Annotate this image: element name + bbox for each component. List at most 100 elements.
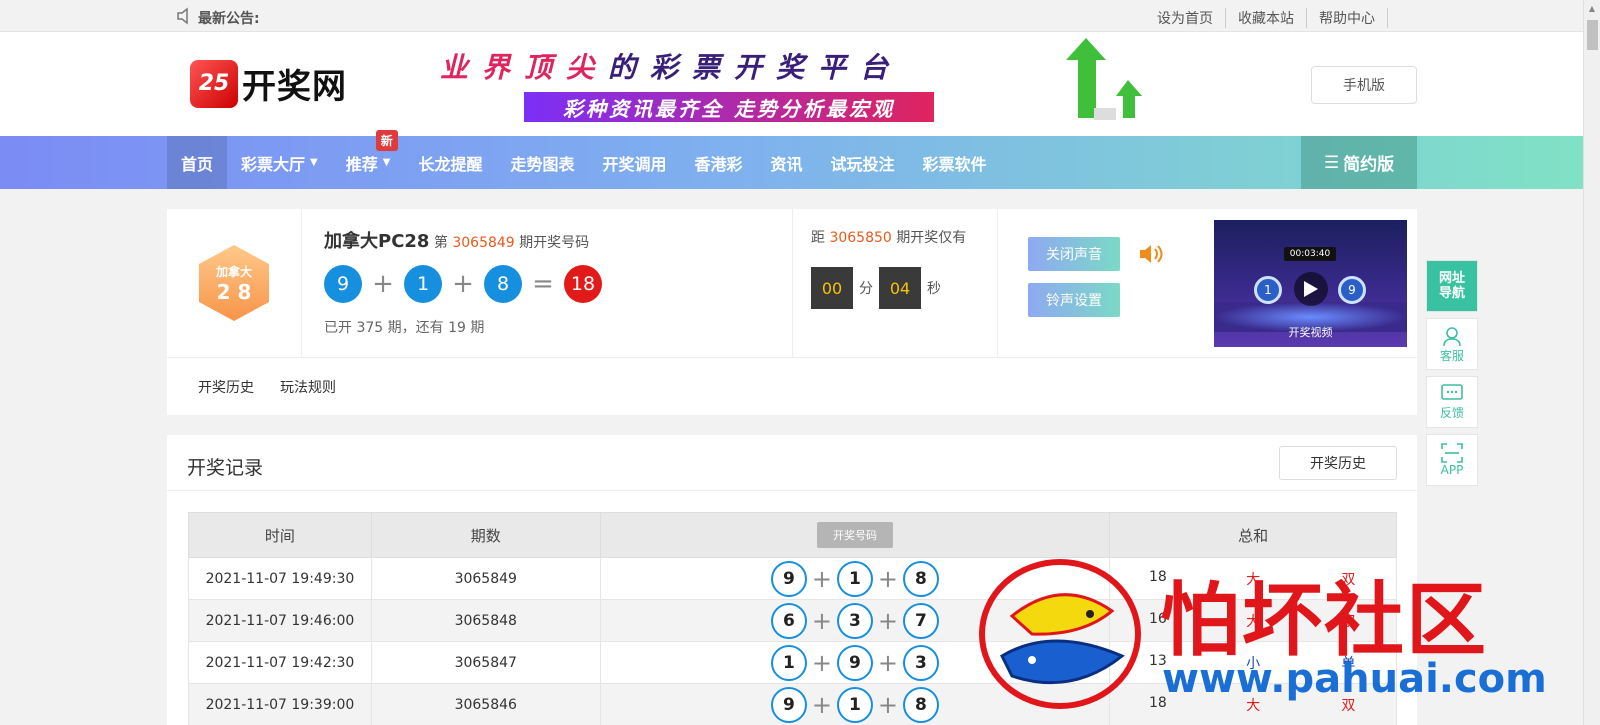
lottery-logo-top: 加拿大 bbox=[215, 264, 252, 279]
nav-streak-alert[interactable]: 长龙提醒 bbox=[404, 136, 496, 189]
row-issue: 3065847 bbox=[370, 641, 601, 684]
current-draw: 加拿大PC28 第 3065849 期开奖号码 9 + 1 + 8 = 18 已… bbox=[324, 227, 602, 337]
tab-rules[interactable]: 玩法规则 bbox=[280, 377, 336, 397]
watermark: 怕坏社区 www.pahuai.com bbox=[972, 556, 1588, 721]
nav-lottery-hall[interactable]: 彩票大厅 ▼ bbox=[227, 136, 332, 189]
number-ball: 8 bbox=[902, 560, 939, 597]
draw-panel: 加拿大 2 8 加拿大PC28 第 3065849 期开奖号码 9 + 1 + … bbox=[167, 209, 1417, 415]
countdown-minutes: 00 bbox=[811, 267, 853, 309]
scan-icon bbox=[1441, 443, 1463, 463]
draw-title: 加拿大PC28 第 3065849 期开奖号码 bbox=[324, 227, 602, 253]
site-nav-button[interactable]: 网址导航 bbox=[1426, 260, 1478, 312]
notice: 最新公告: bbox=[176, 7, 260, 29]
nav-trend-chart[interactable]: 走势图表 bbox=[496, 136, 588, 189]
row-time: 2021-11-07 19:46:00 bbox=[188, 599, 372, 642]
next-issue: 3065850 bbox=[829, 230, 892, 246]
draw-numbers: 9 + 1 + 8 = 18 bbox=[324, 265, 602, 303]
seconds-unit: 秒 bbox=[927, 281, 941, 297]
row-issue: 3065846 bbox=[370, 683, 601, 725]
scroll-up-icon[interactable]: ▲ bbox=[1584, 0, 1600, 17]
play-icon[interactable] bbox=[1294, 272, 1328, 306]
nav-lottery-hall-label: 彩票大厅 bbox=[241, 154, 306, 174]
banner-slogan: 业界顶尖的彩票开奖平台 bbox=[440, 46, 1010, 86]
video-caption: 开奖视频 bbox=[1288, 326, 1333, 339]
draw-tabs: 开奖历史 玩法规则 bbox=[167, 357, 1417, 415]
plus-sign: + bbox=[811, 690, 832, 719]
col-time: 时间 bbox=[188, 512, 372, 558]
plus-sign: + bbox=[877, 606, 898, 635]
nav-trial-bet[interactable]: 试玩投注 bbox=[817, 136, 909, 189]
plus-sign: + bbox=[877, 564, 898, 593]
nav-software[interactable]: 彩票软件 bbox=[909, 136, 1001, 189]
site-logo[interactable]: 25 开奖网 bbox=[190, 59, 347, 108]
simple-version-button[interactable]: ☰ 简约版 bbox=[1301, 136, 1417, 189]
countdown: 距 3065850 期开奖仅有 00 分 04 秒 bbox=[792, 209, 966, 357]
number-ball: 9 bbox=[770, 560, 807, 597]
number-ball: 1 bbox=[404, 265, 442, 303]
bookmark-link[interactable]: 收藏本站 bbox=[1226, 8, 1307, 28]
plus-sign: + bbox=[811, 564, 832, 593]
plus-sign: + bbox=[811, 648, 832, 677]
site-header: 25 开奖网 业界顶尖的彩票开奖平台 彩种资讯最齐全 走势分析最宏观 手机版 bbox=[0, 32, 1600, 136]
banner-subslogan: 彩种资讯最齐全 走势分析最宏观 bbox=[524, 92, 934, 122]
nav-news-label: 资讯 bbox=[770, 154, 803, 174]
nav-draw-api[interactable]: 开奖调用 bbox=[588, 136, 680, 189]
next-prefix: 距 bbox=[811, 230, 825, 246]
issue-suffix: 期开奖号码 bbox=[519, 235, 590, 251]
help-center-link[interactable]: 帮助中心 bbox=[1307, 8, 1388, 28]
banner-slogan-highlight: 业界顶尖 bbox=[440, 51, 609, 84]
plus-sign: + bbox=[811, 606, 832, 635]
ringtone-settings-button[interactable]: 铃声设置 bbox=[1028, 283, 1120, 317]
equals-sign: = bbox=[532, 269, 554, 299]
nav-hongkong-label: 香港彩 bbox=[694, 154, 743, 174]
history-button[interactable]: 开奖历史 bbox=[1279, 446, 1397, 480]
page-scrollbar[interactable]: ▲ bbox=[1583, 0, 1600, 725]
scroll-thumb[interactable] bbox=[1587, 20, 1598, 50]
lottery-hex-badge: 加拿大 2 8 bbox=[199, 245, 269, 321]
nav-news[interactable]: 资讯 bbox=[757, 136, 817, 189]
number-ball: 3 bbox=[902, 644, 939, 681]
nav-software-label: 彩票软件 bbox=[922, 154, 987, 174]
nav-home[interactable]: 首页 bbox=[167, 136, 228, 189]
nav-home-label: 首页 bbox=[181, 154, 214, 174]
number-ball: 6 bbox=[770, 602, 807, 639]
watermark-url: www.pahuai.com bbox=[1162, 656, 1547, 702]
top-notice-bar: 最新公告: 设为首页 收藏本站 帮助中心 bbox=[0, 0, 1600, 32]
feedback-button[interactable]: 反馈 bbox=[1426, 376, 1478, 428]
number-ball: 9 bbox=[770, 686, 807, 723]
current-issue: 3065849 bbox=[452, 235, 515, 251]
side-float-bar: 网址导航 客服 反馈 APP bbox=[1426, 260, 1478, 492]
row-issue: 3065848 bbox=[370, 599, 601, 642]
next-draw-label: 距 3065850 期开奖仅有 bbox=[811, 227, 966, 247]
volume-icon[interactable] bbox=[1138, 243, 1164, 265]
number-ball: 7 bbox=[902, 602, 939, 639]
number-ball: 9 bbox=[836, 644, 873, 681]
numbers-pill: 开奖号码 bbox=[816, 522, 893, 548]
headset-icon bbox=[1443, 326, 1461, 346]
mute-sound-button[interactable]: 关闭声音 bbox=[1028, 237, 1120, 271]
nav-trend-chart-label: 走势图表 bbox=[510, 154, 575, 174]
chevron-down-icon: ▼ bbox=[382, 157, 391, 168]
top-links: 设为首页 收藏本站 帮助中心 bbox=[1145, 8, 1388, 28]
number-ball: 3 bbox=[836, 602, 873, 639]
mobile-version-button[interactable]: 手机版 bbox=[1311, 66, 1417, 104]
customer-service-button[interactable]: 客服 bbox=[1426, 318, 1478, 370]
notice-label: 最新公告: bbox=[198, 11, 260, 27]
row-issue: 3065849 bbox=[370, 557, 601, 600]
app-download-button[interactable]: APP bbox=[1426, 434, 1478, 486]
logo-badge: 25 bbox=[190, 59, 238, 108]
opened-count: 已开 375 期，还有 19 期 bbox=[324, 320, 485, 336]
nav-recommend[interactable]: 新 推荐 ▼ bbox=[332, 130, 405, 189]
list-icon: ☰ bbox=[1323, 152, 1340, 173]
growth-arrows-icon bbox=[1066, 38, 1142, 120]
set-homepage-link[interactable]: 设为首页 bbox=[1145, 8, 1226, 28]
countdown-seconds: 04 bbox=[879, 267, 921, 309]
draw-video-thumbnail[interactable]: 00:03:40 1 9 开奖视频 bbox=[1214, 220, 1407, 347]
row-time: 2021-11-07 19:42:30 bbox=[188, 641, 372, 684]
nav-hongkong[interactable]: 香港彩 bbox=[681, 136, 757, 189]
nav-draw-api-label: 开奖调用 bbox=[602, 154, 667, 174]
tab-draw-history[interactable]: 开奖历史 bbox=[198, 377, 254, 397]
chat-icon bbox=[1441, 383, 1463, 400]
row-time: 2021-11-07 19:49:30 bbox=[188, 557, 372, 600]
nav-recommend-label: 推荐 bbox=[345, 154, 378, 174]
